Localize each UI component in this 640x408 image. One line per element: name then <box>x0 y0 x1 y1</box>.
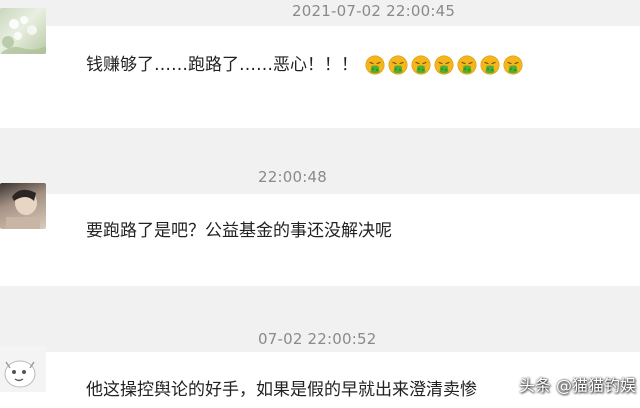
watermark: 头条 @猫猫钓娱 <box>518 376 636 395</box>
comment-text-row: 钱赚够了……跑路了……恶心！！！ <box>86 50 523 75</box>
comment-timestamp: 2021-07-02 22:00:45 <box>292 2 456 20</box>
comment-text: 他这操控舆论的好手，如果是假的早就出来澄清卖惨 <box>86 380 477 400</box>
vomit-emoji-icon <box>503 55 523 75</box>
vomit-emoji-icon <box>457 55 477 75</box>
comment-text: 钱赚够了……跑路了……恶心！！！ <box>86 55 358 75</box>
person-avatar-image <box>6 189 40 229</box>
comment-screen: 2021-07-02 22:00:45 钱赚够了……跑路了……恶心！！！ 22:… <box>0 0 640 408</box>
vomit-emoji-icon <box>480 55 500 75</box>
avatar[interactable] <box>0 183 46 229</box>
comment-timestamp: 22:00:48 <box>258 168 327 186</box>
avatar[interactable] <box>0 8 46 54</box>
flower-avatar-image <box>0 16 46 54</box>
cartoon-avatar-image <box>4 360 36 388</box>
vomit-emoji-icon <box>365 55 385 75</box>
comment-timestamp: 07-02 22:00:52 <box>258 330 377 348</box>
avatar[interactable] <box>0 346 46 392</box>
emoji-row <box>365 55 523 75</box>
comment-text: 要跑路了是吧？公益基金的事还没解决呢 <box>86 221 392 241</box>
vomit-emoji-icon <box>434 55 454 75</box>
vomit-emoji-icon <box>388 55 408 75</box>
vomit-emoji-icon <box>411 55 431 75</box>
